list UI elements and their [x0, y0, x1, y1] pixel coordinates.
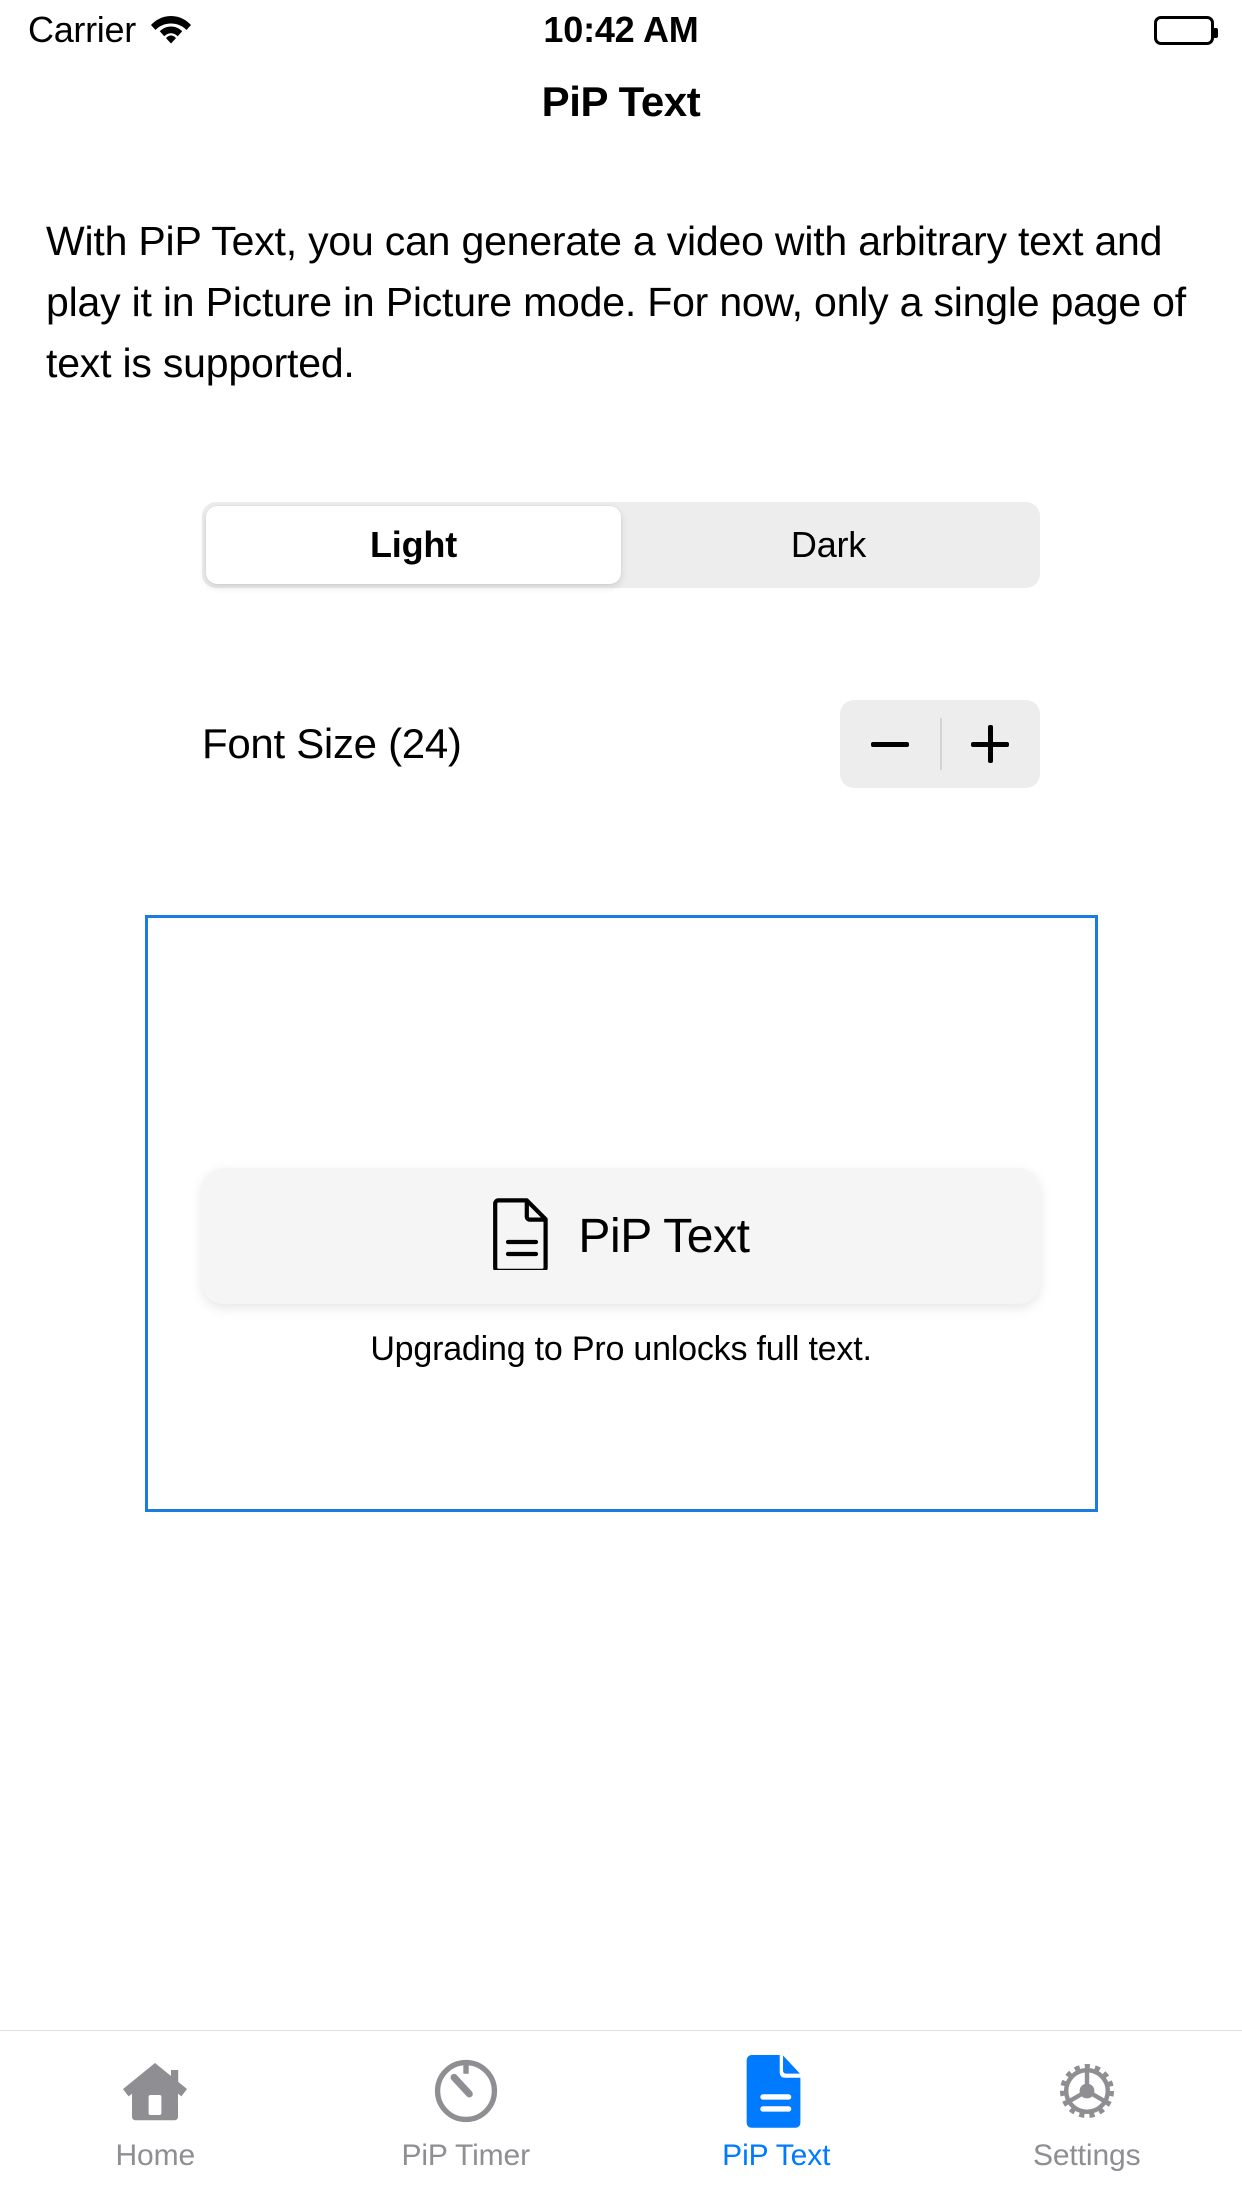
- status-bar-right: [1154, 15, 1218, 45]
- appearance-segmented-control[interactable]: Light Dark: [202, 502, 1040, 588]
- font-size-label: Font Size (24): [202, 720, 462, 767]
- plus-icon: [971, 725, 1009, 763]
- timer-icon: [431, 2053, 501, 2129]
- tab-label-home: Home: [115, 2139, 196, 2172]
- font-size-row: Font Size (24): [202, 700, 1040, 788]
- main-content: With PiP Text, you can generate a video …: [0, 144, 1242, 2030]
- document-text-fill-icon: [745, 2053, 807, 2129]
- tab-item-pip-timer[interactable]: PiP Timer: [311, 2053, 622, 2173]
- navigation-bar: PiP Text: [0, 60, 1242, 144]
- minus-icon: [871, 741, 909, 747]
- segment-dark-label: Dark: [790, 524, 867, 565]
- tab-item-settings[interactable]: Settings: [932, 2053, 1242, 2173]
- pro-upgrade-caption: Upgrading to Pro unlocks full text.: [370, 1330, 872, 1368]
- document-text-icon: [492, 1197, 552, 1275]
- tab-bar: Home PiP Timer PiP Text Settings: [0, 2030, 1242, 2208]
- tab-label-pip-timer: PiP Timer: [401, 2139, 531, 2172]
- gear-icon: [1051, 2053, 1123, 2129]
- segment-light[interactable]: Light: [206, 506, 621, 584]
- segment-dark[interactable]: Dark: [621, 506, 1036, 584]
- tab-item-pip-text[interactable]: PiP Text: [621, 2053, 932, 2173]
- font-size-decrement-button[interactable]: [840, 700, 940, 788]
- tab-label-pip-text: PiP Text: [722, 2139, 831, 2172]
- tab-label-settings: Settings: [1032, 2139, 1141, 2172]
- pip-text-action-button[interactable]: PiP Text: [202, 1168, 1040, 1304]
- font-size-stepper[interactable]: [840, 700, 1040, 788]
- status-time: 10:42 AM: [543, 9, 699, 50]
- intro-paragraph: With PiP Text, you can generate a video …: [46, 218, 1186, 386]
- page-title: PiP Text: [541, 78, 701, 125]
- house-icon: [119, 2053, 191, 2129]
- status-bar: Carrier 10:42 AM: [0, 0, 1242, 60]
- tab-item-home[interactable]: Home: [0, 2053, 311, 2173]
- font-size-increment-button[interactable]: [940, 700, 1040, 788]
- pip-text-action-label: PiP Text: [578, 1209, 750, 1263]
- segment-light-label: Light: [370, 524, 457, 565]
- battery-full-icon: [1154, 15, 1218, 45]
